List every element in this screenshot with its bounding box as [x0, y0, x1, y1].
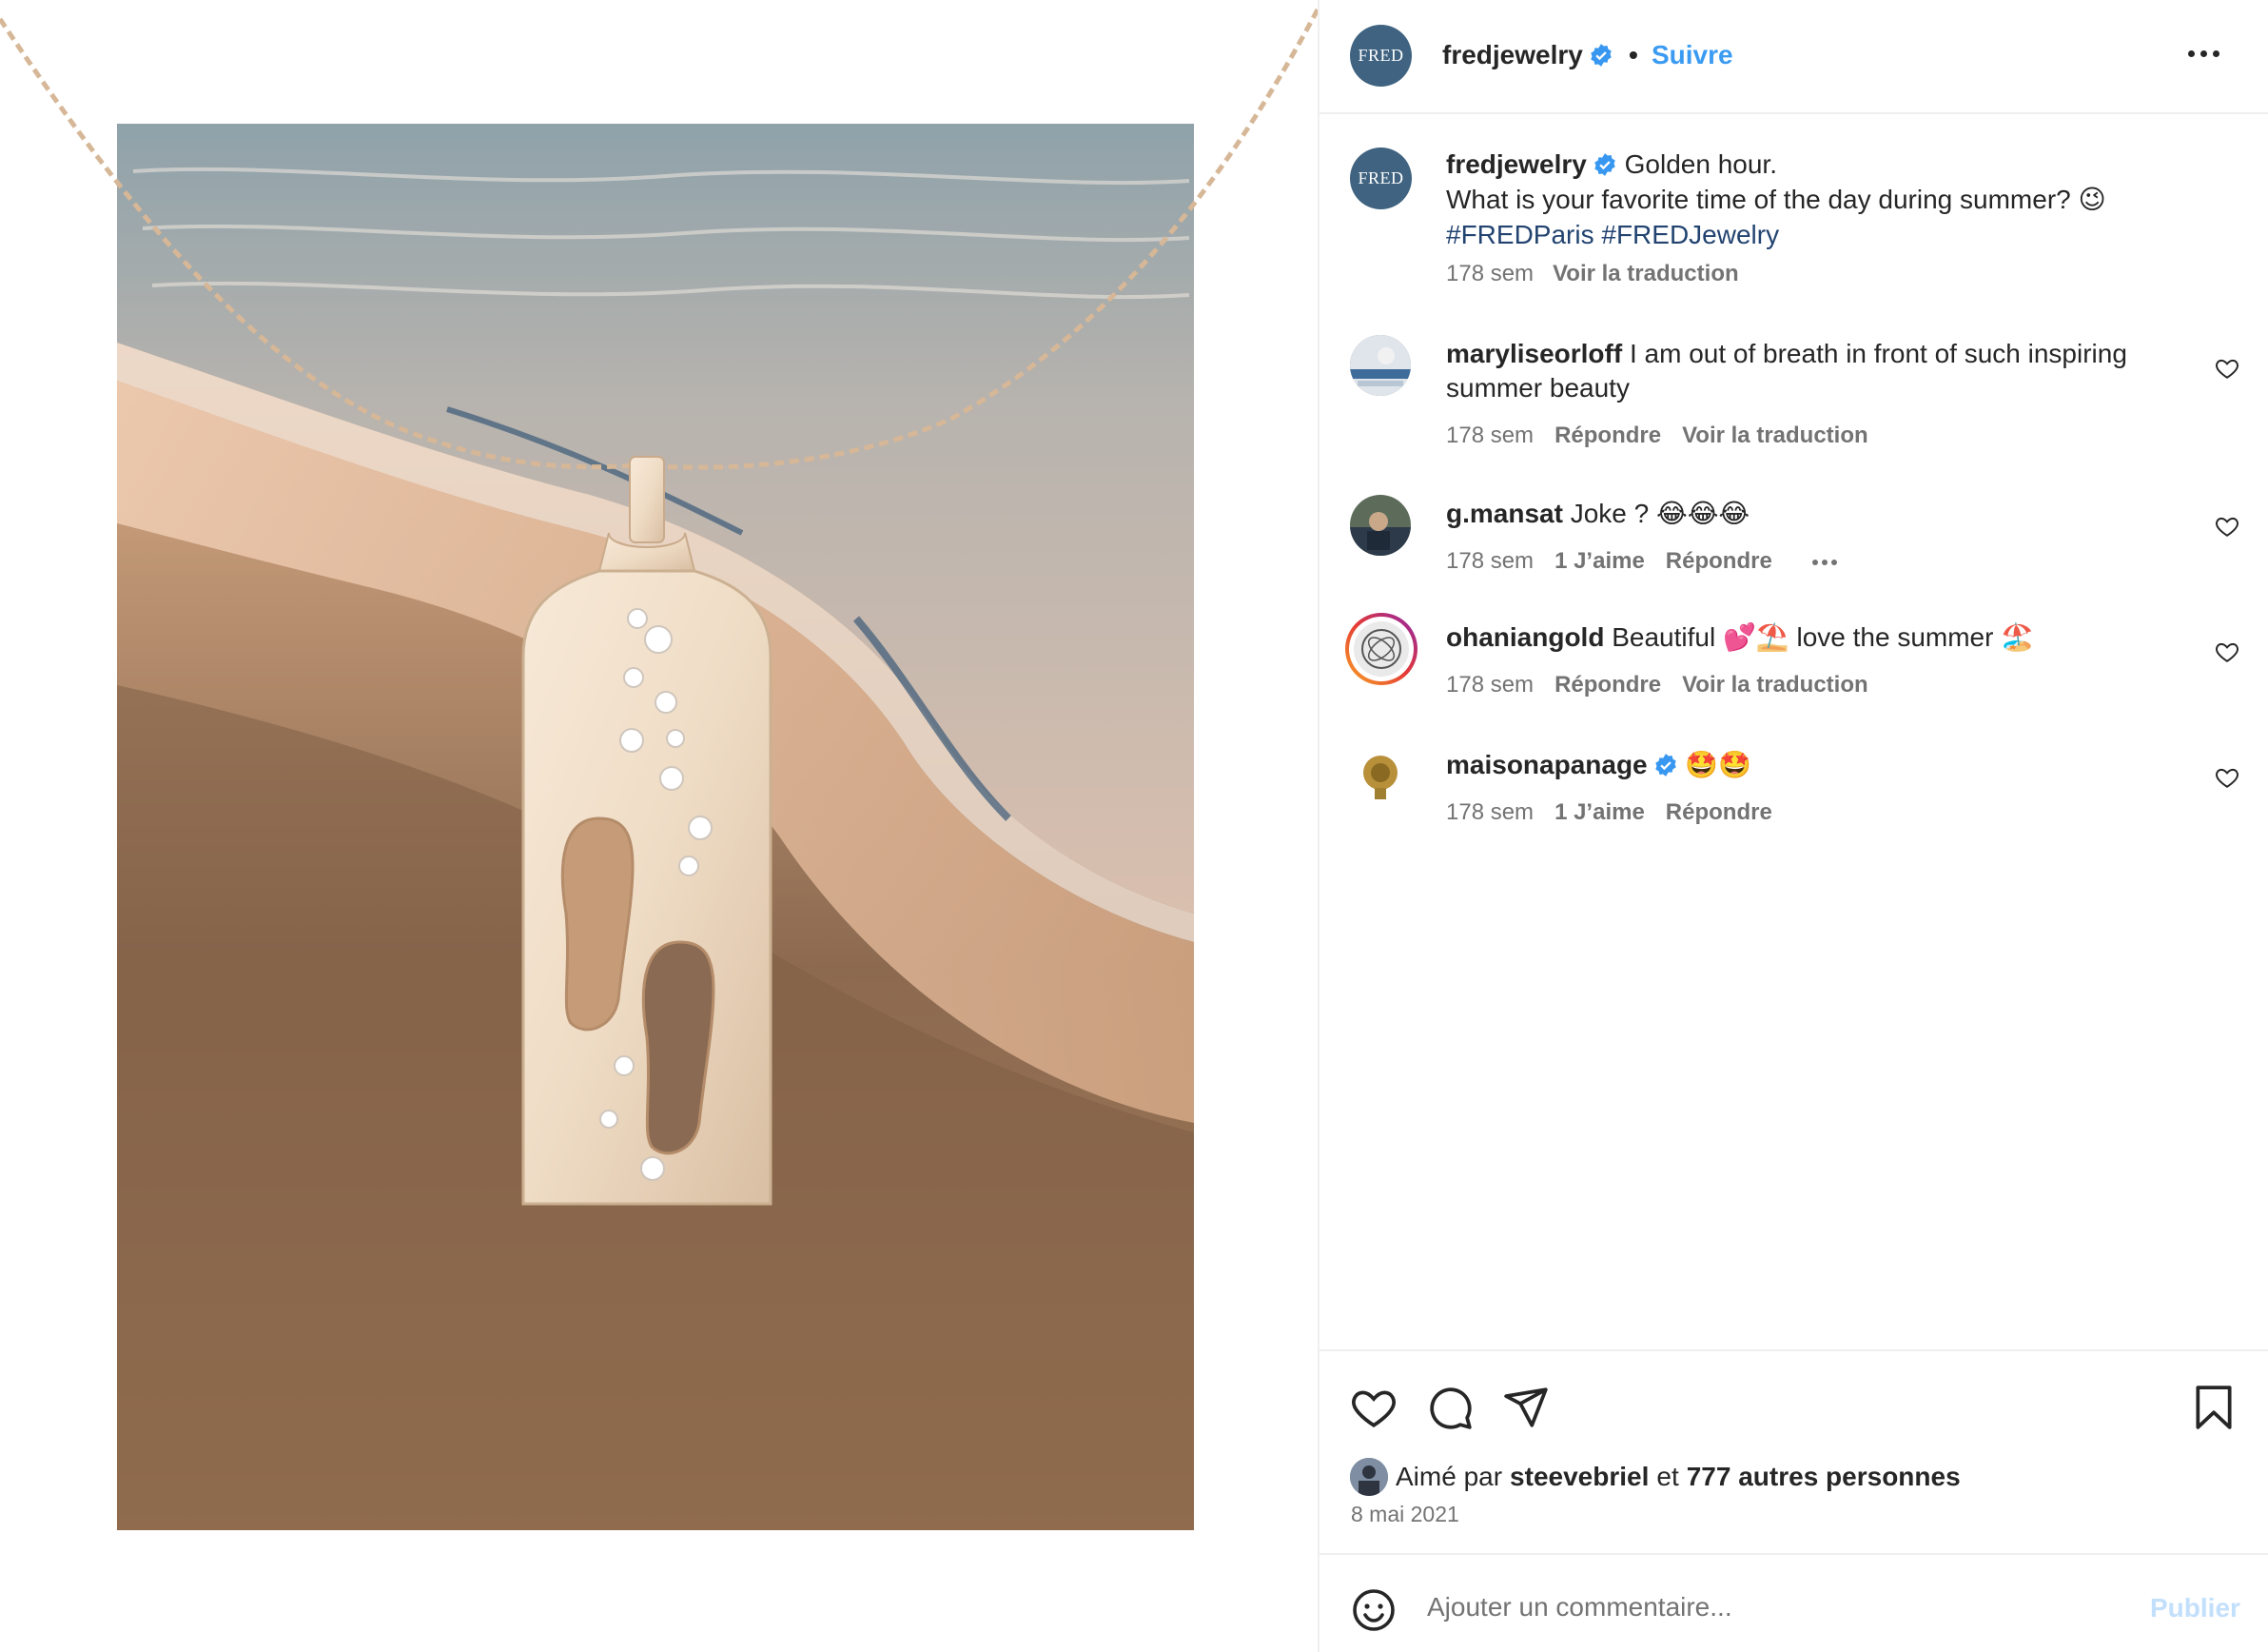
comment-item: g.mansat Joke ? 😂😂😂 178 sem 1 J’aime Répon… — [1320, 495, 2268, 609]
commenter-avatar — [1349, 617, 1414, 681]
comment-username[interactable]: maisonapanage — [1446, 750, 1648, 779]
commenter-avatar[interactable] — [1350, 495, 1411, 556]
comment-text: ohaniangold Beautiful 💕⛱️ love the summe… — [1446, 620, 2188, 655]
post-side-panel: FRED fredjewelry • Suivre FRED fredjewel… — [1318, 0, 2268, 1652]
comment-text: maryliseorloff I am out of breath in fro… — [1446, 337, 2188, 405]
more-options-icon[interactable] — [2180, 34, 2226, 72]
comment-composer: Publier — [1320, 1553, 2268, 1652]
see-translation-link[interactable]: Voir la traduction — [1553, 261, 1739, 286]
likes-prefix: Aimé par — [1396, 1462, 1503, 1491]
verified-badge-icon — [1591, 44, 1612, 67]
comment-username[interactable]: maryliseorloff — [1446, 339, 1622, 368]
post-date[interactable]: 8 mai 2021 — [1351, 1502, 1459, 1527]
caption-author-username[interactable]: fredjewelry — [1446, 149, 1587, 179]
bookmark-icon[interactable] — [2190, 1384, 2238, 1431]
comment-icon[interactable] — [1426, 1384, 1474, 1431]
comment-username[interactable]: g.mansat — [1446, 499, 1563, 528]
reply-link[interactable]: Répondre — [1554, 423, 1661, 448]
liker-username[interactable]: steevebriel — [1510, 1462, 1649, 1492]
heart-icon[interactable] — [1350, 1384, 1398, 1431]
post-header: FRED fredjewelry • Suivre — [1320, 0, 2268, 114]
comment-time[interactable]: 178 sem — [1446, 548, 1534, 574]
follow-button[interactable]: Suivre — [1652, 40, 1733, 70]
caption-line-2: What is your favorite time of the day du… — [1446, 185, 2106, 214]
comment-item: maryliseorloff I am out of breath in fro… — [1320, 335, 2268, 449]
verified-badge-icon — [1594, 153, 1615, 176]
paper-plane-icon[interactable] — [1502, 1384, 1550, 1431]
likes-others-link[interactable]: 777 autres personnes — [1687, 1462, 1961, 1492]
reply-link[interactable]: Répondre — [1666, 799, 1772, 825]
comment-body: Beautiful 💕⛱️ love the summer 🏖️ — [1612, 622, 2035, 652]
commenter-avatar-story-ring[interactable] — [1345, 613, 1418, 685]
smiley-icon[interactable] — [1351, 1587, 1397, 1633]
comment-like-heart-icon[interactable] — [2215, 765, 2239, 790]
caption-text: fredjewelry Golden hour. What is your fa… — [1446, 147, 2207, 252]
see-translation-link[interactable]: Voir la traduction — [1682, 423, 1868, 448]
comment-likes-count[interactable]: 1 J’aime — [1554, 548, 1645, 574]
reply-link[interactable]: Répondre — [1554, 672, 1661, 698]
comment-body: 🤩🤩 — [1685, 750, 1752, 779]
author-username-text[interactable]: fredjewelry — [1442, 40, 1583, 69]
comment-time[interactable]: 178 sem — [1446, 799, 1534, 825]
comment-item: maisonapanage 🤩🤩 178 sem 1 J’aime Répondre — [1320, 746, 2268, 860]
separator-dot: • — [1629, 40, 1638, 69]
comment-time[interactable]: 178 sem — [1446, 423, 1534, 448]
comment-meta: 178 sem 1 J’aime Répondre — [1446, 799, 1793, 826]
post-media[interactable] — [0, 0, 1318, 1652]
author-avatar[interactable]: FRED — [1350, 25, 1412, 87]
comment-like-heart-icon[interactable] — [2215, 514, 2239, 539]
comment-meta: 178 sem Répondre Voir la traduction — [1446, 423, 1889, 449]
caption-author-avatar[interactable]: FRED — [1350, 148, 1412, 209]
comment-item: ohaniangold Beautiful 💕⛱️ love the summe… — [1320, 613, 2268, 733]
comment-like-heart-icon[interactable] — [2215, 639, 2239, 664]
comment-like-heart-icon[interactable] — [2215, 356, 2239, 381]
comment-likes-count[interactable]: 1 J’aime — [1554, 799, 1645, 825]
comment-time[interactable]: 178 sem — [1446, 672, 1534, 698]
comment-username[interactable]: ohaniangold — [1446, 622, 1604, 652]
author-username[interactable]: fredjewelry — [1442, 40, 1613, 70]
verified-badge-icon — [1654, 754, 1676, 777]
caption-time[interactable]: 178 sem — [1446, 261, 1534, 286]
caption-meta: 178 sem Voir la traduction — [1446, 261, 1739, 287]
commenter-avatar[interactable] — [1350, 746, 1411, 807]
comment-options-icon[interactable] — [1811, 559, 1837, 565]
comment-input[interactable] — [1427, 1583, 2093, 1631]
comment-meta: 178 sem 1 J’aime Répondre — [1446, 548, 1858, 575]
reply-link[interactable]: Répondre — [1666, 548, 1772, 574]
publish-button[interactable]: Publier — [2150, 1593, 2240, 1623]
comment-body: Joke ? 😂😂😂 — [1570, 499, 1750, 528]
post-photo — [0, 8, 1318, 1530]
see-translation-link[interactable]: Voir la traduction — [1682, 672, 1868, 698]
caption-line-1: Golden hour. — [1624, 149, 1777, 179]
commenter-avatar[interactable] — [1350, 335, 1411, 396]
likes-conjunction: et — [1656, 1462, 1679, 1491]
post-actions: Aimé par steevebriel et 777 autres perso… — [1320, 1349, 2268, 1526]
comment-text: maisonapanage 🤩🤩 — [1446, 748, 2188, 782]
comment-meta: 178 sem Répondre Voir la traduction — [1446, 672, 1889, 698]
liker-avatar[interactable] — [1350, 1458, 1388, 1496]
comment-text: g.mansat Joke ? 😂😂😂 — [1446, 497, 2188, 531]
caption-hashtags[interactable]: #FREDParis #FREDJewelry — [1446, 220, 1779, 249]
likes-summary: Aimé par steevebriel et 777 autres perso… — [1350, 1458, 1961, 1496]
